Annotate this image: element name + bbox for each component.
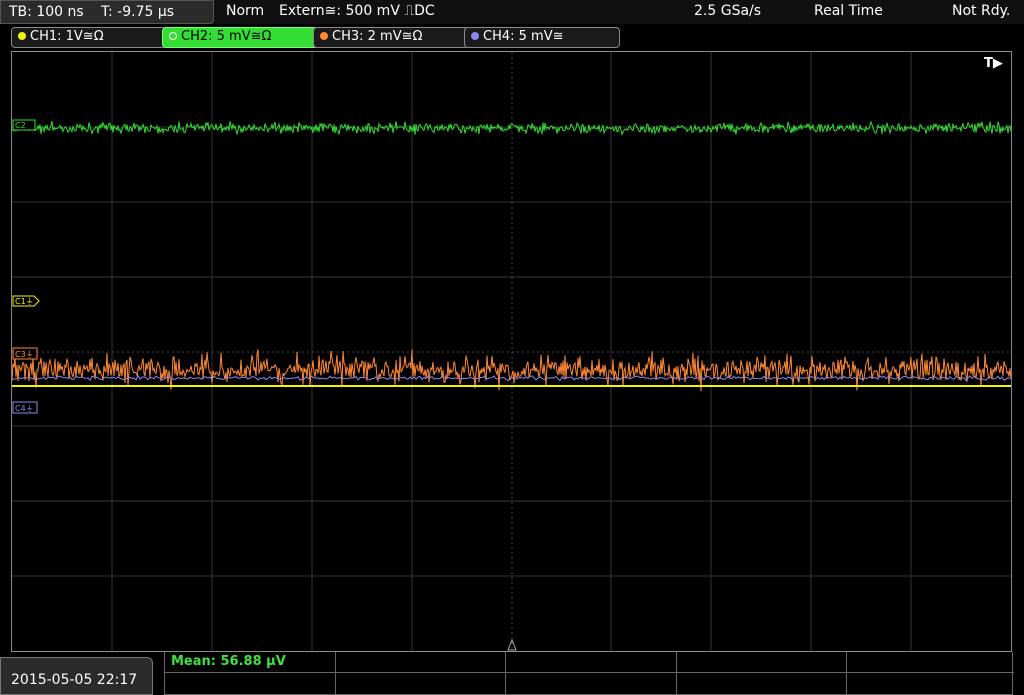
channel-4-color-icon [471,32,479,40]
channel-2-marker-label: C2 [15,121,26,130]
channel-1-marker-label: C1⏚ [15,297,34,306]
channel-2-color-icon [169,32,177,40]
trigger-source[interactable]: Extern≅: 500 mV ⎍DC [279,3,435,19]
channel-1-color-icon [18,32,26,40]
channel-3-marker-label: C3⏚ [15,350,34,359]
acquisition-mode: Real Time [814,3,883,19]
channel-4-label: CH4: 5 mV≅ [483,29,564,44]
waveform-display[interactable]: C2 C1⏚ C3⏚ C4⏚ T▶ [11,51,1012,652]
trigger-offset-readout[interactable]: T: -9.75 µs [101,4,174,20]
channel-3-color-icon [320,32,328,40]
channel-3-trace [12,349,1011,392]
graticule [12,52,1011,651]
channel-3-chip[interactable]: CH3: 2 mV≅Ω [313,27,469,48]
measurement-cell-divider [505,652,506,694]
trigger-position-marker[interactable]: T▶ [984,56,1003,71]
channel-2-chip[interactable]: CH2: 5 mV≅Ω [162,27,318,48]
datetime: 2015-05-05 22:17 [11,672,138,688]
channel-4-chip[interactable]: CH4: 5 mV≅ [464,27,620,48]
measurement-row-divider [165,672,1014,673]
channel-2-label: CH2: 5 mV≅Ω [181,29,272,44]
channel-markers: C2 C1⏚ C3⏚ C4⏚ T▶ [12,56,1003,651]
measurement-cell-divider [335,652,336,694]
status-bar: TB: 100 ns T: -9.75 µs Norm Extern≅: 500… [0,0,1024,24]
channel-1-label: CH1: 1V≅Ω [30,29,104,44]
trigger-mode[interactable]: Norm [226,3,264,19]
channel-1-chip[interactable]: CH1: 1V≅Ω [11,27,167,48]
datetime-box: 2015-05-05 22:17 [0,657,153,695]
waveforms [12,120,1011,392]
sample-rate: 2.5 GSa/s [694,3,762,19]
channel-4-marker-label: C4⏚ [15,404,34,413]
measurement-panel[interactable]: Mean: 56.88 µV [164,652,1014,695]
channel-3-label: CH3: 2 mV≅Ω [332,29,423,44]
measurement-cell-divider [846,652,847,694]
mean-measurement: Mean: 56.88 µV [171,654,286,669]
timebase-readout[interactable]: TB: 100 ns [9,4,84,20]
measurement-cell-divider [676,652,677,694]
timebase-box[interactable]: TB: 100 ns T: -9.75 µs [0,0,214,24]
acquisition-status: Not Rdy. [952,3,1011,19]
waveform-canvas: C2 C1⏚ C3⏚ C4⏚ T▶ [12,52,1011,651]
